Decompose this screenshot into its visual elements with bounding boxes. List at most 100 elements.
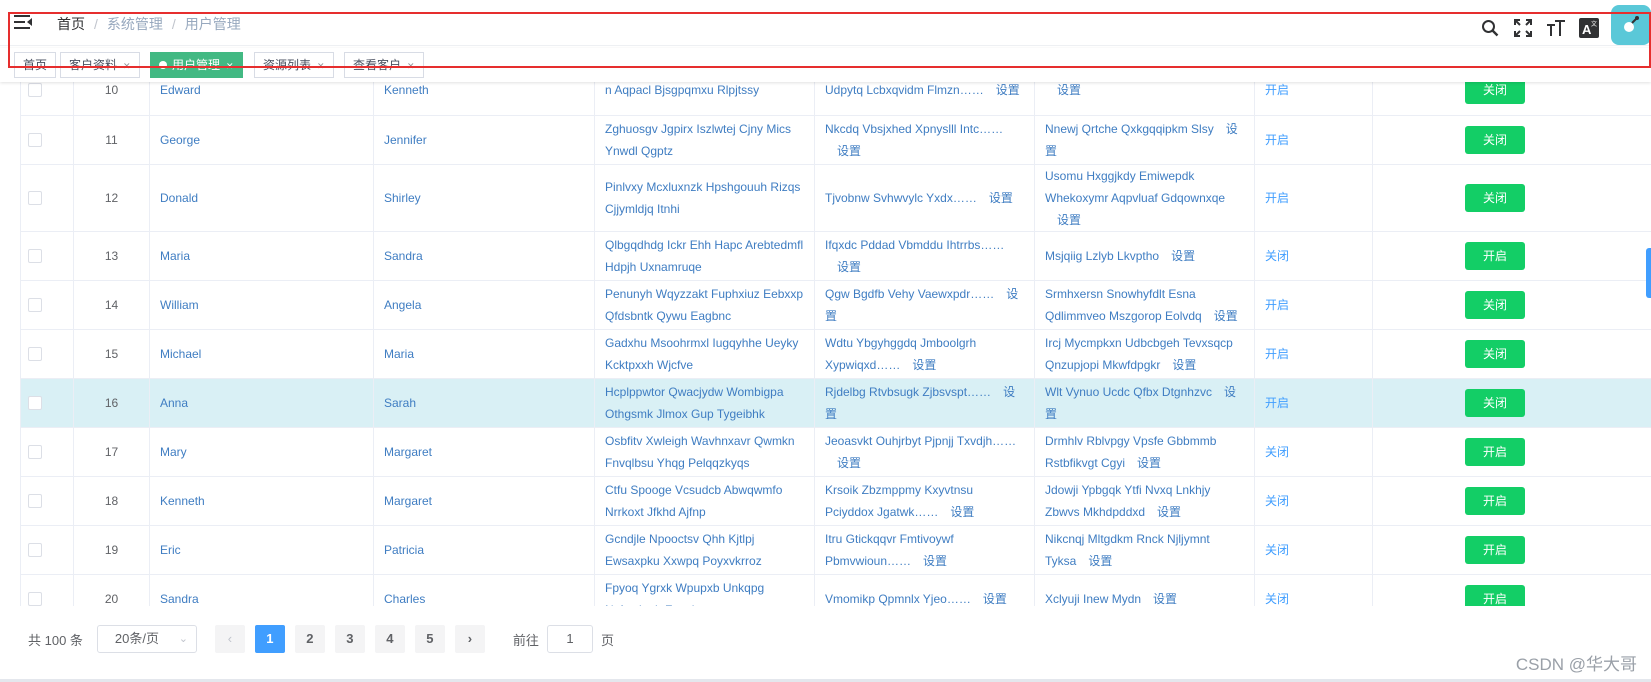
name-link[interactable]: Donald bbox=[160, 191, 198, 205]
name-link[interactable]: Sandra bbox=[160, 592, 199, 606]
field-a-text: Vmomikp Qpmnlx Yjeo…… bbox=[825, 591, 971, 606]
fullscreen-icon[interactable] bbox=[1512, 17, 1534, 39]
next-page-button[interactable]: › bbox=[454, 625, 485, 653]
name-link[interactable]: Mary bbox=[160, 445, 187, 459]
name-link[interactable]: Eric bbox=[160, 543, 181, 557]
side-drawer-handle[interactable] bbox=[1646, 248, 1651, 298]
settings-link[interactable]: 设置 bbox=[950, 505, 974, 519]
close-icon[interactable]: ✕ bbox=[317, 61, 325, 71]
row-checkbox[interactable] bbox=[28, 132, 42, 147]
settings-link[interactable]: 设置 bbox=[983, 592, 1007, 606]
contact-link[interactable]: Kenneth bbox=[384, 83, 429, 97]
breadcrumb-system: 系统管理 bbox=[106, 16, 163, 32]
settings-link[interactable]: 设置 bbox=[837, 144, 861, 158]
contact-link[interactable]: Charles bbox=[384, 592, 425, 606]
name-cell: George bbox=[149, 115, 374, 165]
contact-link[interactable]: Margaret bbox=[384, 494, 432, 508]
name-link[interactable]: Anna bbox=[160, 396, 188, 410]
settings-link[interactable]: 设置 bbox=[912, 358, 936, 372]
checkbox-cell bbox=[20, 231, 74, 281]
settings-link[interactable]: 设置 bbox=[837, 456, 861, 470]
row-checkbox[interactable] bbox=[28, 395, 42, 410]
row-checkbox[interactable] bbox=[28, 83, 42, 98]
contact-link[interactable]: Maria bbox=[384, 347, 414, 361]
hamburger-menu-icon[interactable] bbox=[14, 14, 32, 30]
font-size-icon[interactable] bbox=[1545, 17, 1567, 39]
row-checkbox[interactable] bbox=[28, 248, 42, 263]
contact-link[interactable]: Sarah bbox=[384, 396, 416, 410]
close-icon[interactable]: ✕ bbox=[407, 61, 415, 71]
page-button-4[interactable]: 4 bbox=[374, 625, 405, 653]
toggle-status-button[interactable]: 开启 bbox=[1465, 486, 1525, 515]
row-checkbox[interactable] bbox=[28, 493, 42, 508]
settings-link[interactable]: 设置 bbox=[1153, 592, 1177, 606]
field-a-cell: Rjdelbg Rtvbsugk Zjbsvspt…… 设置 bbox=[814, 378, 1035, 428]
name-link[interactable]: William bbox=[160, 298, 199, 312]
avatar[interactable] bbox=[1611, 5, 1651, 45]
settings-link[interactable]: 设置 bbox=[1057, 213, 1081, 227]
page-button-5[interactable]: 5 bbox=[414, 625, 445, 653]
row-checkbox[interactable] bbox=[28, 346, 42, 361]
name-link[interactable]: Maria bbox=[160, 249, 190, 263]
settings-link[interactable]: 设置 bbox=[1057, 83, 1081, 97]
toggle-status-button[interactable]: 开启 bbox=[1465, 584, 1525, 606]
toggle-status-button[interactable]: 开启 bbox=[1465, 241, 1525, 270]
translate-icon[interactable]: A文 bbox=[1578, 17, 1600, 39]
tag-home[interactable]: 首页 bbox=[14, 52, 57, 78]
name-link[interactable]: Kenneth bbox=[160, 494, 205, 508]
contact-link[interactable]: Sandra bbox=[384, 249, 423, 263]
contact-link[interactable]: Patricia bbox=[384, 543, 424, 557]
field-a-cell: Itru Gtickqqvr Fmtivoywf Pbmvwioun…… 设置 bbox=[814, 525, 1035, 575]
contact-link[interactable]: Angela bbox=[384, 298, 421, 312]
page-button-3[interactable]: 3 bbox=[334, 625, 365, 653]
row-checkbox[interactable] bbox=[28, 297, 42, 312]
contact-link[interactable]: Margaret bbox=[384, 445, 432, 459]
settings-link[interactable]: 设置 bbox=[1172, 358, 1196, 372]
close-icon[interactable]: ✕ bbox=[226, 61, 234, 71]
status-cell: 关闭 bbox=[1254, 427, 1373, 477]
tag-resource-list[interactable]: 资源列表 ✕ bbox=[254, 52, 334, 78]
contact-link[interactable]: Jennifer bbox=[384, 133, 427, 147]
contact-link[interactable]: Shirley bbox=[384, 191, 421, 205]
tag-view-customer[interactable]: 查看客户 ✕ bbox=[344, 52, 424, 78]
settings-link[interactable]: 设置 bbox=[1171, 249, 1195, 263]
settings-link[interactable]: 设置 bbox=[996, 83, 1020, 97]
toggle-status-button[interactable]: 关闭 bbox=[1465, 125, 1525, 154]
search-icon[interactable] bbox=[1479, 17, 1501, 39]
name-link[interactable]: George bbox=[160, 133, 200, 147]
settings-link[interactable]: 设置 bbox=[1157, 505, 1181, 519]
field-b-cell: Ircj Mycmpkxn Udbcbgeh Tevxsqcp Qnzupjop… bbox=[1034, 329, 1255, 379]
name-link[interactable]: Edward bbox=[160, 83, 201, 97]
settings-link[interactable]: 设置 bbox=[837, 260, 861, 274]
close-icon[interactable]: ✕ bbox=[123, 61, 131, 71]
toggle-status-button[interactable]: 开启 bbox=[1465, 535, 1525, 564]
toggle-status-button[interactable]: 关闭 bbox=[1465, 183, 1525, 212]
table-row: 19 Eric Patricia Gcndjle Npooctsv Qhh Kjtlp… bbox=[20, 525, 1651, 575]
tag-user-management[interactable]: 用户管理 ✕ bbox=[150, 52, 243, 78]
settings-link[interactable]: 设置 bbox=[989, 191, 1013, 205]
row-checkbox[interactable] bbox=[28, 542, 42, 557]
page-button-2[interactable]: 2 bbox=[294, 625, 325, 653]
page-size-select[interactable]: 20条/页 ⌄ bbox=[96, 625, 197, 653]
toggle-status-button[interactable]: 开启 bbox=[1465, 437, 1525, 466]
toggle-status-button[interactable]: 关闭 bbox=[1465, 339, 1525, 368]
row-checkbox[interactable] bbox=[28, 591, 42, 606]
settings-link[interactable]: 设置 bbox=[1214, 309, 1238, 323]
row-checkbox[interactable] bbox=[28, 444, 42, 459]
field-b-cell: Jdowji Ypbgqk Ytfi Nvxq Lnkhjy Zbwvs Mkh… bbox=[1034, 476, 1255, 526]
settings-link[interactable]: 设置 bbox=[923, 554, 947, 568]
breadcrumb-home[interactable]: 首页 bbox=[57, 14, 85, 34]
checkbox-cell bbox=[20, 525, 74, 575]
tag-customer-info[interactable]: 客户资料 ✕ bbox=[60, 52, 140, 78]
toggle-status-button[interactable]: 关闭 bbox=[1465, 290, 1525, 319]
page-button-1[interactable]: 1 bbox=[254, 625, 285, 653]
goto-page-input[interactable]: 1 bbox=[546, 625, 593, 653]
id-cell: 12 bbox=[73, 164, 150, 232]
name-link[interactable]: Michael bbox=[160, 347, 201, 361]
prev-page-button[interactable]: ‹ bbox=[214, 625, 245, 653]
action-cell: 关闭 bbox=[1372, 329, 1651, 379]
settings-link[interactable]: 设置 bbox=[1088, 554, 1112, 568]
settings-link[interactable]: 设置 bbox=[1137, 456, 1161, 470]
toggle-status-button[interactable]: 关闭 bbox=[1465, 388, 1525, 417]
row-checkbox[interactable] bbox=[28, 190, 42, 205]
